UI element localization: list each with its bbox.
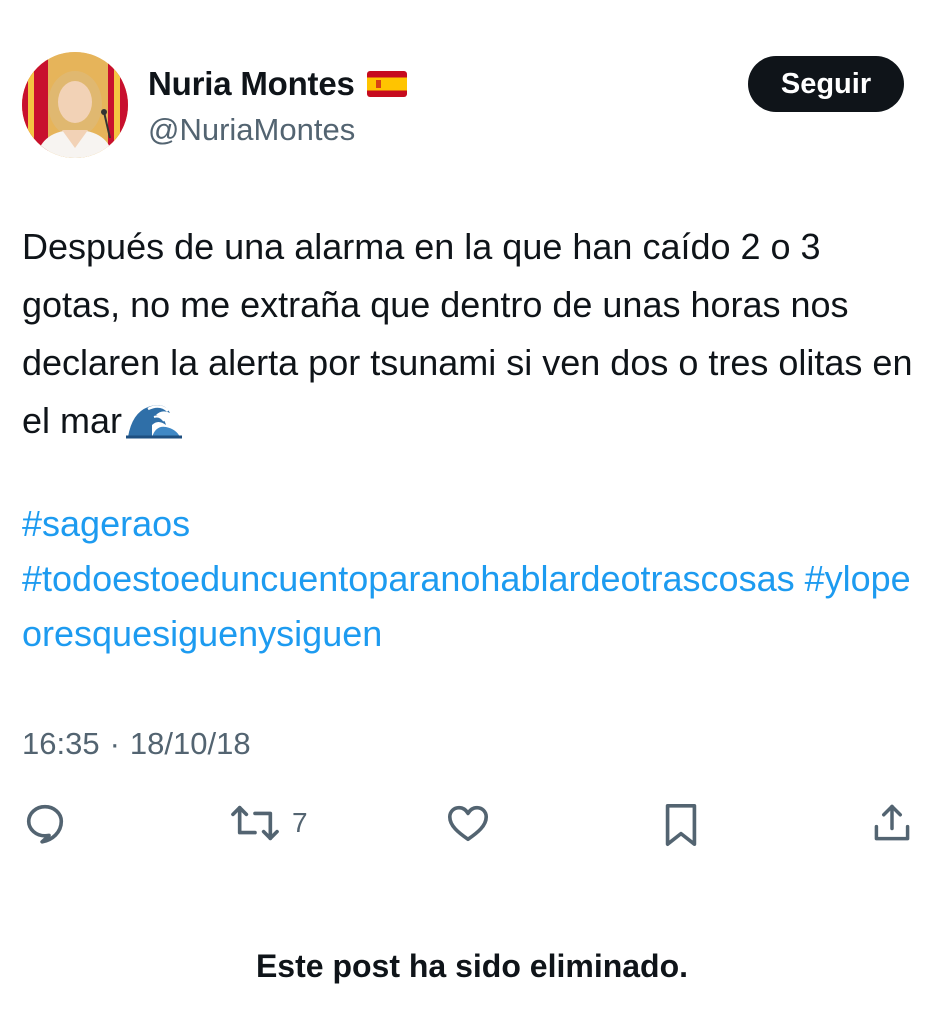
deleted-notice: Este post ha sido eliminado. [255,948,689,984]
retweet-count: 7 [292,807,308,838]
tweet-timestamp[interactable]: 16:35 · 18/10/18 [22,726,251,762]
tweet-header: Nuria Montes @NuriaMontes Seguir [22,52,908,162]
hashtags: #sageraos #todoestoeduncuentoparanohabla… [22,496,922,661]
reply-icon [22,800,68,846]
like-button[interactable] [444,800,492,846]
water-wave-icon [126,398,183,439]
share-icon [870,800,914,846]
author-names: Nuria Montes @NuriaMontes [148,64,407,148]
avatar-image [22,52,128,158]
author-handle[interactable]: @NuriaMontes [148,112,407,148]
bookmark-button[interactable] [658,800,704,850]
follow-button[interactable]: Seguir [748,56,904,112]
retweet-button[interactable]: 7 [230,800,308,846]
hashtag-link[interactable]: #todoestoeduncuentoparanohablardeotrasco… [22,558,795,599]
spain-flag-icon [366,71,407,97]
tweet-date: 18/10/18 [129,726,251,761]
tweet-actions: 7 [22,800,922,860]
heart-icon [444,800,492,846]
avatar[interactable] [22,52,128,158]
bookmark-icon [658,800,704,850]
tweet-text: Después de una alarma en la que han caíd… [22,218,917,450]
retweet-icon [230,800,280,846]
display-name-row: Nuria Montes [148,64,407,104]
hashtag-link[interactable]: #sageraos [22,503,190,544]
timestamp-separator: · [109,726,120,761]
tweet-time: 16:35 [22,726,100,761]
share-button[interactable] [870,800,914,846]
reply-button[interactable] [22,800,68,846]
display-name[interactable]: Nuria Montes [148,65,355,103]
